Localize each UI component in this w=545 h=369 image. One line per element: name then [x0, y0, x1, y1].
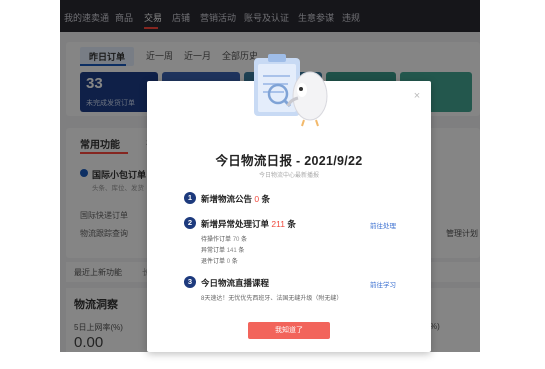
- section-2-title-text: 新增异常处理订单: [201, 219, 270, 229]
- exception-orders-label: 异常订单: [201, 248, 226, 254]
- pending-orders-label: 待操作订单: [201, 237, 232, 243]
- clipboard-mascot-illustration: [254, 54, 328, 127]
- modal-subtitle: 今日物流中心最新播报: [258, 173, 319, 179]
- exception-orders-unit: 条: [238, 248, 245, 254]
- section-1-count: 0: [254, 194, 260, 204]
- section-2-count: 211: [271, 219, 285, 229]
- pending-orders-unit: 条: [241, 237, 248, 243]
- section-3-badge: 3: [184, 276, 196, 288]
- pending-orders-count: 70: [232, 237, 240, 243]
- got-it-button[interactable]: 我知道了: [248, 322, 330, 339]
- pending-orders-line: 待操作订单 70 条: [201, 234, 247, 243]
- live-course-desc: 8天速达！无忧优先西班牙、法国无缝升级（附无缝）: [201, 296, 343, 302]
- section-1-badge: 1: [184, 192, 196, 204]
- modal-title: 今日物流日报 - 2021/9/22: [215, 154, 363, 168]
- close-icon[interactable]: ×: [411, 90, 423, 102]
- section-2-title: 新增异常处理订单 211 条: [201, 218, 296, 230]
- section-2-badge: 2: [184, 217, 196, 229]
- returned-orders-unit: 条: [231, 259, 238, 265]
- go-process-link[interactable]: 前往处理: [370, 220, 396, 230]
- returned-orders-line: 退件订单 0 条: [201, 256, 238, 265]
- exception-orders-line: 异常订单 141 条: [201, 245, 244, 254]
- section-1-title-text: 新增物流公告: [201, 194, 253, 204]
- section-2-unit: 条: [287, 219, 296, 229]
- section-1-unit: 条: [261, 194, 271, 204]
- section-3-title: 今日物流直播课程: [201, 278, 270, 288]
- returned-orders-label: 退件订单: [201, 259, 226, 265]
- go-learn-link[interactable]: 前往学习: [370, 279, 396, 289]
- exception-orders-count: 141: [226, 248, 237, 254]
- returned-orders-count: 0: [226, 259, 231, 265]
- section-1-title: 新增物流公告 0 条: [201, 193, 270, 205]
